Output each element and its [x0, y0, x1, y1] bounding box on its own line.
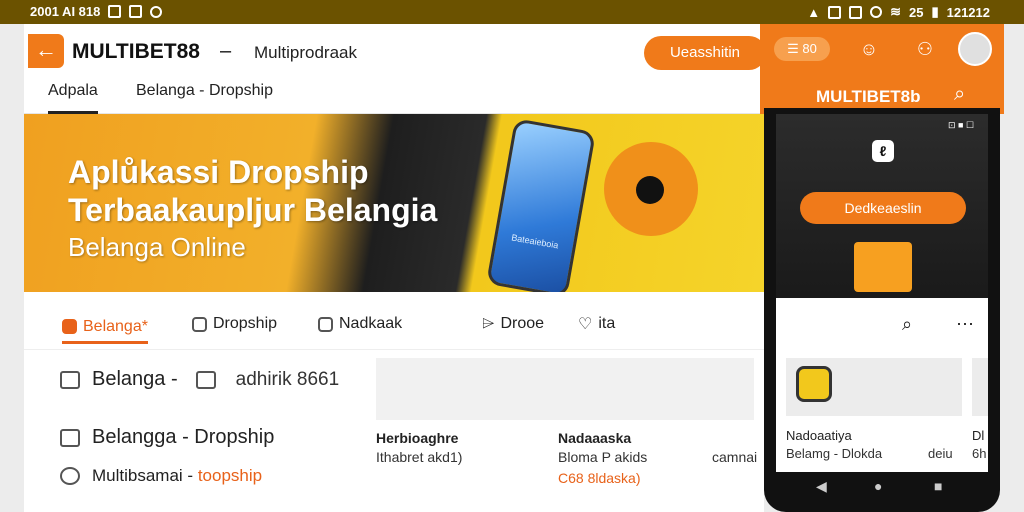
list-item[interactable]: Multibsamai - toopship: [24, 466, 374, 486]
hero-title-line2: Terbaakaupljur Belangia: [68, 192, 438, 228]
chat-icon: [195, 370, 216, 389]
sim-icon: [828, 5, 842, 19]
list-item-aux: adhirik 8661: [235, 368, 340, 390]
hero-subtitle: Belanga Online: [68, 232, 246, 262]
tab-belanga-dropship[interactable]: Belanga - Dropship: [136, 82, 273, 114]
category-label: Dropship: [213, 315, 278, 332]
status-left-text: 2001 AI 818: [30, 4, 101, 19]
list-item-accent: toopship: [197, 466, 263, 485]
message-icon: [108, 5, 122, 18]
brand-subtitle: Multiprodraak: [254, 43, 357, 62]
category-ita[interactable]: ♡ ita: [578, 312, 615, 336]
product-subtitle: Belamg - Dlokda: [786, 446, 883, 461]
main-window: ← MULTIBET88 – Multiprodraak Ueasshitin …: [24, 24, 766, 512]
battery-icon: ▮: [931, 4, 939, 19]
product-aux: deiu: [928, 446, 953, 461]
product-title: Nadaaaska: [558, 430, 632, 446]
back-button[interactable]: ←: [28, 34, 64, 68]
app-logo-icon: ℓ: [872, 140, 894, 162]
category-dropship[interactable]: Dropship: [192, 312, 277, 336]
menu-list: Belanga - adhirik 8661 Belangga - Dropsh…: [24, 350, 374, 512]
product-aux: camnai: [712, 449, 758, 465]
category-label: Belanga*: [83, 317, 148, 335]
product-card[interactable]: Nadaaaska Bloma P akids camnai C68 8ldas…: [558, 358, 758, 508]
product-title: Dl: [972, 428, 985, 443]
list-item-label: Belangga - Dropship: [92, 426, 275, 448]
hero-phone-label: Bateaieboia: [510, 232, 560, 251]
category-label: Drooe: [500, 315, 545, 332]
bag-icon: [62, 319, 77, 334]
upload-icon: ▲: [807, 4, 821, 20]
phone-product-card[interactable]: Nadoaatiya Belamg - Dlokda deiu: [786, 358, 962, 468]
product-subtitle: 6h: [972, 446, 987, 461]
home-nav-icon[interactable]: ●: [874, 478, 882, 494]
chat-icon: [192, 316, 207, 332]
app-header: ← MULTIBET88 – Multiprodraak Ueasshitin …: [24, 24, 766, 114]
search-icon[interactable]: ⌕: [954, 83, 976, 105]
brand-separator: –: [220, 40, 232, 62]
hero-phone-image: Bateaieboia: [486, 118, 596, 292]
bookmark-icon: [318, 316, 333, 332]
shopping-bag-icon: [854, 242, 912, 292]
category-label: ita: [598, 315, 616, 332]
phone-mockup: ⊡ ■ ☐ ℓ Dedkeaeslin ⌕ ⋯ Nadoaatiya Belam…: [764, 108, 1000, 512]
right-header-panel: ☰ 80 ☺ ⚇ MULTIBET8b ⌕: [760, 24, 1004, 114]
list-item[interactable]: Belangga - Dropship: [24, 426, 374, 449]
phone-status-icons: ⊡ ■ ☐: [948, 120, 975, 130]
category-drooe[interactable]: ⌲ Drooe: [482, 312, 544, 336]
phone-banner: ⊡ ■ ☐ ℓ Dedkeaeslin: [776, 114, 988, 298]
right-panel-title: MULTIBET8b: [816, 87, 921, 106]
list-item[interactable]: Belanga - adhirik 8661: [24, 368, 374, 391]
check-icon: [60, 467, 80, 485]
recents-nav-icon[interactable]: ■: [934, 478, 942, 494]
product-title: Herbioaghre: [376, 430, 459, 446]
search-icon[interactable]: ⌕: [902, 314, 912, 335]
product-card[interactable]: Herbioaghre Ithabret akd1): [376, 358, 572, 508]
inbox-icon: [60, 428, 80, 447]
hero-title-line1: Aplůkassi Dropship: [68, 154, 369, 190]
phone-product-card[interactable]: Dl 6h: [972, 358, 988, 468]
list-item-label: Multibsamai -: [92, 466, 198, 485]
product-title: Nadoaatiya: [786, 428, 852, 443]
back-nav-icon[interactable]: ◀: [816, 478, 827, 495]
tab-adpala[interactable]: Adpala: [48, 82, 98, 114]
phone-screen: ⊡ ■ ☐ ℓ Dedkeaeslin ⌕ ⋯ Nadoaatiya Belam…: [776, 114, 988, 472]
product-price: C68 8ldaska): [558, 470, 641, 486]
category-belanga[interactable]: Belanga*: [62, 312, 148, 344]
phone-nav-bar: ◀ ● ■: [776, 476, 988, 500]
hero-banner[interactable]: Aplůkassi Dropship Terbaakaupljur Belang…: [24, 114, 764, 292]
location-icon: [870, 6, 883, 18]
category-bar: Belanga* Dropship Nadkaak ⌲ Drooe ♡ ita: [24, 292, 764, 350]
wifi-icon: ≋: [890, 4, 901, 19]
more-icon[interactable]: ⋯: [956, 314, 974, 335]
category-nadkaak[interactable]: Nadkaak: [318, 312, 402, 336]
status-right-text: 25: [908, 4, 924, 20]
menu-button[interactable]: ☰ 80: [774, 37, 830, 61]
mail-icon: [129, 5, 143, 18]
header-cta-button[interactable]: Ueasshitin: [644, 36, 766, 70]
product-image: [786, 358, 962, 416]
product-logo-icon: [796, 366, 832, 402]
clock: 121212: [946, 4, 990, 20]
person-alert-icon[interactable]: ⚇: [914, 38, 936, 60]
tag-icon: ⌲: [482, 315, 495, 332]
avatar[interactable]: [958, 32, 992, 66]
product-image: [376, 358, 572, 420]
alarm-icon: [150, 5, 163, 18]
product-subtitle: Bloma P akids: [558, 449, 648, 465]
product-image: [972, 358, 988, 416]
category-label: Nadkaak: [339, 315, 403, 332]
brand-title: MULTIBET88: [72, 40, 200, 63]
product-subtitle: Ithabret akd1): [376, 449, 463, 465]
phone-cta-button[interactable]: Dedkeaeslin: [800, 192, 966, 224]
mail-icon: [60, 370, 80, 389]
hero-camera-image: [604, 142, 698, 236]
group-icon[interactable]: ☺: [858, 38, 880, 60]
product-image: [558, 358, 754, 420]
heart-icon: ♡: [578, 316, 593, 333]
list-item-label: Belanga -: [92, 368, 178, 390]
status-bar: 2001 AI 818 ▲ ≋ 25 ▮ 121212: [0, 0, 1024, 24]
nfc-icon: [849, 5, 863, 19]
